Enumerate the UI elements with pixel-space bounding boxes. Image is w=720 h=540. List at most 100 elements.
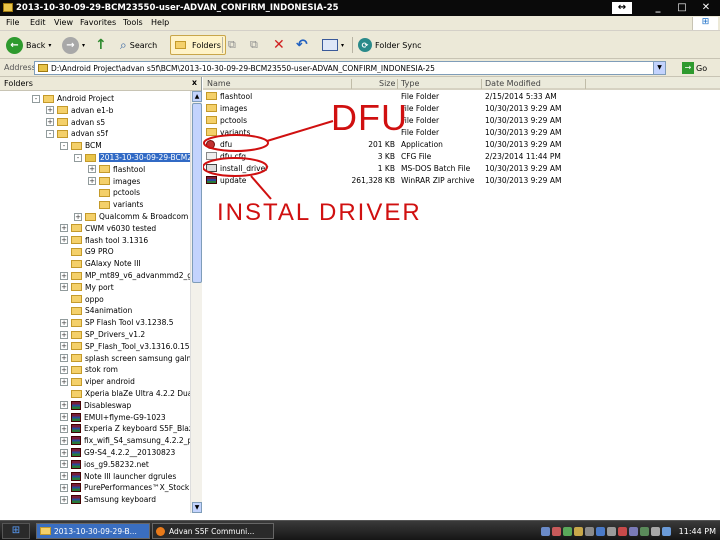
volume-icon[interactable]: [650, 526, 660, 536]
column-divider[interactable]: [481, 79, 482, 89]
expand-icon[interactable]: +: [46, 106, 54, 115]
tree-item[interactable]: + stok rom: [60, 364, 118, 375]
menu-tools[interactable]: Tools: [123, 18, 143, 27]
tree-item[interactable]: + Experia Z keyboard S5F_Blaze: [60, 423, 190, 434]
expand-icon[interactable]: +: [60, 318, 68, 327]
scroll-up-icon[interactable]: ▲: [192, 91, 202, 102]
expand-icon[interactable]: +: [60, 283, 68, 292]
minimize-button[interactable]: _: [648, 2, 668, 14]
taskbar-item-explorer[interactable]: 2013-10-30-09-29-B...: [36, 523, 150, 539]
start-button[interactable]: ⊞: [2, 523, 30, 539]
close-button[interactable]: ✕: [696, 2, 716, 14]
file-row[interactable]: install_driver 1 KB MS-DOS Batch File 10/30…: [203, 163, 720, 175]
tree-item[interactable]: - Android Project: [32, 93, 114, 104]
expand-icon[interactable]: +: [60, 224, 68, 233]
close-pane-button[interactable]: x: [192, 78, 197, 87]
tree-item[interactable]: + G9-S4_4.2.2__20130823: [60, 447, 175, 458]
collapse-icon[interactable]: -: [46, 129, 54, 138]
tree-item[interactable]: + flash tool 3.1316: [60, 235, 148, 246]
col-date[interactable]: Date Modified: [485, 79, 541, 88]
expand-icon[interactable]: +: [60, 342, 68, 351]
tree-item[interactable]: + ios_g9.58232.net: [60, 459, 149, 470]
expand-icon[interactable]: +: [60, 330, 68, 339]
file-row[interactable]: dfu.cfg 3 KB CFG File 2/23/2014 11:44 PM: [203, 151, 720, 163]
delete-button[interactable]: ✕: [273, 35, 285, 55]
search-button[interactable]: ⌕ Search: [120, 35, 157, 55]
expand-icon[interactable]: +: [60, 424, 68, 433]
tree-item[interactable]: + CWM v6030 tested: [60, 223, 156, 234]
tree-item[interactable]: oppo: [60, 294, 104, 305]
scroll-down-icon[interactable]: ▼: [192, 502, 202, 513]
tree-item[interactable]: pctools: [88, 187, 140, 198]
tree-item[interactable]: + images: [88, 176, 140, 187]
tree-item[interactable]: + SP_Drivers_v1.2: [60, 329, 145, 340]
tree-item[interactable]: + My port: [60, 282, 114, 293]
views-button[interactable]: ▾: [322, 35, 344, 55]
col-type[interactable]: Type: [401, 79, 419, 88]
tree-scrollbar[interactable]: ▲ ▼: [190, 91, 202, 513]
tree-item[interactable]: Xperia blaZe Ultra 4.2.2 Dual S: [60, 388, 190, 399]
tree-item[interactable]: + splash screen samsung galnote: [60, 353, 190, 364]
tree-item[interactable]: + viper android: [60, 376, 135, 387]
expand-icon[interactable]: +: [60, 365, 68, 374]
tray-icon[interactable]: [617, 526, 627, 536]
tray-icon[interactable]: [595, 526, 605, 536]
tree-item[interactable]: + SP Flash Tool v3.1238.5: [60, 317, 174, 328]
tree-item[interactable]: + fix_wifi_S4_samsung_4.2.2_pc: [60, 435, 190, 446]
expand-icon[interactable]: +: [88, 165, 96, 174]
collapse-icon[interactable]: -: [60, 141, 68, 150]
tree-item[interactable]: + EMUI+flyme-G9-1023: [60, 412, 166, 423]
menu-view[interactable]: View: [54, 18, 73, 27]
tray-icon[interactable]: [639, 526, 649, 536]
column-divider[interactable]: [585, 79, 586, 89]
menu-edit[interactable]: Edit: [30, 18, 46, 27]
expand-icon[interactable]: +: [60, 483, 68, 492]
tray-icon[interactable]: [551, 526, 561, 536]
col-size[interactable]: Size: [379, 79, 395, 88]
expand-icon[interactable]: +: [60, 401, 68, 410]
expand-icon[interactable]: +: [60, 236, 68, 245]
tree-item[interactable]: + MP_mt89_v6_advanmmd2_gfiv: [60, 270, 190, 281]
taskbar-item-browser[interactable]: Advan S5F Communi...: [152, 523, 274, 539]
tree-item[interactable]: + Samsung keyboard: [60, 494, 156, 505]
folder-sync-button[interactable]: ⟳ Folder Sync: [358, 35, 422, 55]
file-row[interactable]: update 261,328 KB WinRAR ZIP archive 10/30/…: [203, 175, 720, 187]
expand-icon[interactable]: +: [46, 118, 54, 127]
tree-item[interactable]: variants: [88, 199, 143, 210]
tree-item[interactable]: + advan s5: [46, 117, 105, 128]
column-divider[interactable]: [397, 79, 398, 89]
resize-icon[interactable]: ↔: [612, 2, 632, 14]
maximize-button[interactable]: □: [672, 2, 692, 14]
expand-icon[interactable]: +: [60, 436, 68, 445]
file-row[interactable]: flashtool File Folder 2/15/2014 5:33 AM: [203, 91, 720, 103]
forward-button[interactable]: → ▾: [62, 35, 85, 55]
expand-icon[interactable]: +: [60, 271, 68, 280]
scroll-thumb[interactable]: [192, 103, 202, 283]
expand-icon[interactable]: +: [74, 212, 82, 221]
file-row[interactable]: variants File Folder 10/30/2013 9:29 AM: [203, 127, 720, 139]
clock[interactable]: 11:44 PM: [679, 527, 716, 536]
menu-file[interactable]: File: [6, 18, 19, 27]
tree-item[interactable]: GAlaxy Note III: [60, 258, 141, 269]
go-button[interactable]: → Go: [682, 62, 707, 74]
menu-help[interactable]: Help: [151, 18, 169, 27]
address-input[interactable]: D:\Android Project\advan s5f\BCM\2013-10…: [34, 61, 666, 75]
expand-icon[interactable]: +: [60, 460, 68, 469]
tray-icon[interactable]: [584, 526, 594, 536]
tree-item[interactable]: + advan e1-b: [46, 105, 113, 116]
collapse-icon[interactable]: -: [74, 153, 82, 162]
tray-icon[interactable]: [628, 526, 638, 536]
expand-icon[interactable]: +: [60, 413, 68, 422]
expand-icon[interactable]: +: [60, 448, 68, 457]
tray-icon[interactable]: [540, 526, 550, 536]
tree-item[interactable]: - advan s5f: [46, 128, 108, 139]
collapse-icon[interactable]: -: [32, 94, 40, 103]
tree-item[interactable]: - BCM: [60, 140, 102, 151]
tree-item[interactable]: + Note III launcher dgrules: [60, 471, 176, 482]
back-button[interactable]: ← Back ▾: [6, 35, 51, 55]
tree-item[interactable]: + flashtool: [88, 164, 145, 175]
chevron-down-icon[interactable]: ▼: [653, 62, 665, 74]
tree-item[interactable]: + PurePerformances™X_Stock.1: [60, 482, 190, 493]
move-to-button[interactable]: ⧉: [228, 35, 236, 55]
up-button[interactable]: ↑: [95, 35, 107, 55]
